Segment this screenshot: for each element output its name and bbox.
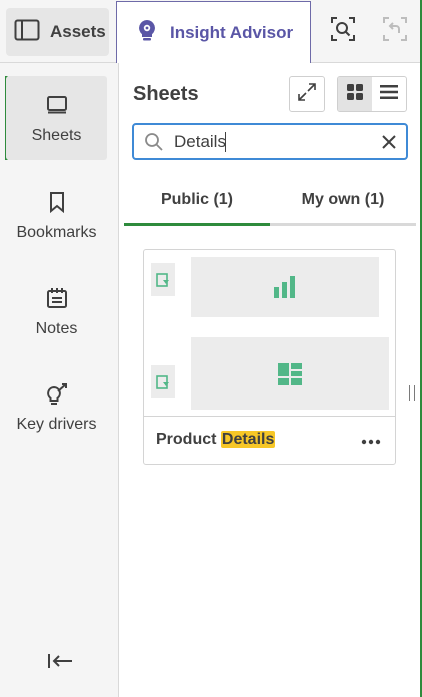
rail-item-label: Key drivers (16, 415, 97, 433)
sheet-tabs: Public (1) My own (1) (124, 176, 416, 226)
search-field[interactable]: Details (132, 123, 408, 160)
rail-item-label: Sheets (31, 126, 82, 144)
treemap-placeholder (191, 337, 389, 410)
panel-title: Sheets (133, 83, 199, 105)
rail-item-sheets[interactable]: Sheets (6, 76, 107, 160)
list-view-button[interactable] (372, 77, 406, 111)
search-match-highlight: Details (220, 431, 276, 448)
top-toolbar: Assets Insight Advisor (0, 0, 422, 63)
list-icon (379, 84, 399, 105)
search-input[interactable]: Details (174, 131, 226, 152)
assets-label: Assets (50, 22, 106, 41)
grid-view-button[interactable] (338, 77, 372, 111)
close-icon (382, 135, 396, 149)
undo-selection-icon (382, 16, 408, 47)
assets-button[interactable]: Assets (6, 8, 109, 56)
grid-icon (346, 83, 364, 106)
rail-item-label: Notes (35, 319, 78, 337)
more-options-button[interactable] (358, 432, 384, 452)
sheet-icon (44, 92, 70, 118)
expand-button[interactable] (289, 76, 325, 112)
sheet-card[interactable]: Product Details (143, 249, 396, 465)
bookmark-icon (44, 189, 70, 215)
insight-advisor-button[interactable]: Insight Advisor (116, 1, 311, 63)
collapse-panel-button[interactable] (45, 651, 75, 675)
search-icon (134, 132, 174, 152)
rail-item-notes[interactable]: Notes (6, 269, 107, 353)
insight-advisor-label: Insight Advisor (170, 22, 294, 42)
bar-chart-placeholder (191, 257, 379, 317)
bar-chart-icon (274, 276, 295, 298)
filter-pane-icon (151, 365, 175, 398)
rail-item-key-drivers[interactable]: Key drivers (6, 365, 107, 449)
smart-search-button[interactable] (326, 14, 360, 48)
more-icon (361, 439, 381, 445)
resize-handle[interactable] (409, 385, 415, 401)
undo-selection-button[interactable] (378, 14, 412, 48)
collapse-left-icon (47, 653, 73, 674)
expand-icon (297, 82, 317, 107)
filter-pane-icon (151, 263, 175, 296)
card-divider (144, 416, 395, 417)
notes-icon (44, 285, 70, 311)
key-drivers-icon (44, 381, 70, 407)
tab-public[interactable]: Public (1) (124, 176, 270, 226)
bulb-icon (135, 18, 159, 47)
clear-search-button[interactable] (378, 131, 400, 153)
assets-rail: Sheets Bookmarks Notes Key drivers (0, 63, 119, 697)
sheet-thumbnail (151, 257, 390, 412)
view-toggle (337, 76, 407, 112)
sheet-title-prefix: Product (156, 431, 221, 448)
tab-my-own[interactable]: My own (1) (270, 176, 416, 223)
treemap-icon (278, 362, 302, 385)
panel-icon (14, 19, 40, 46)
sheet-title: Product Details (156, 431, 276, 449)
rail-item-bookmarks[interactable]: Bookmarks (6, 173, 107, 257)
smart-search-icon (330, 16, 356, 47)
rail-item-label: Bookmarks (16, 223, 97, 241)
